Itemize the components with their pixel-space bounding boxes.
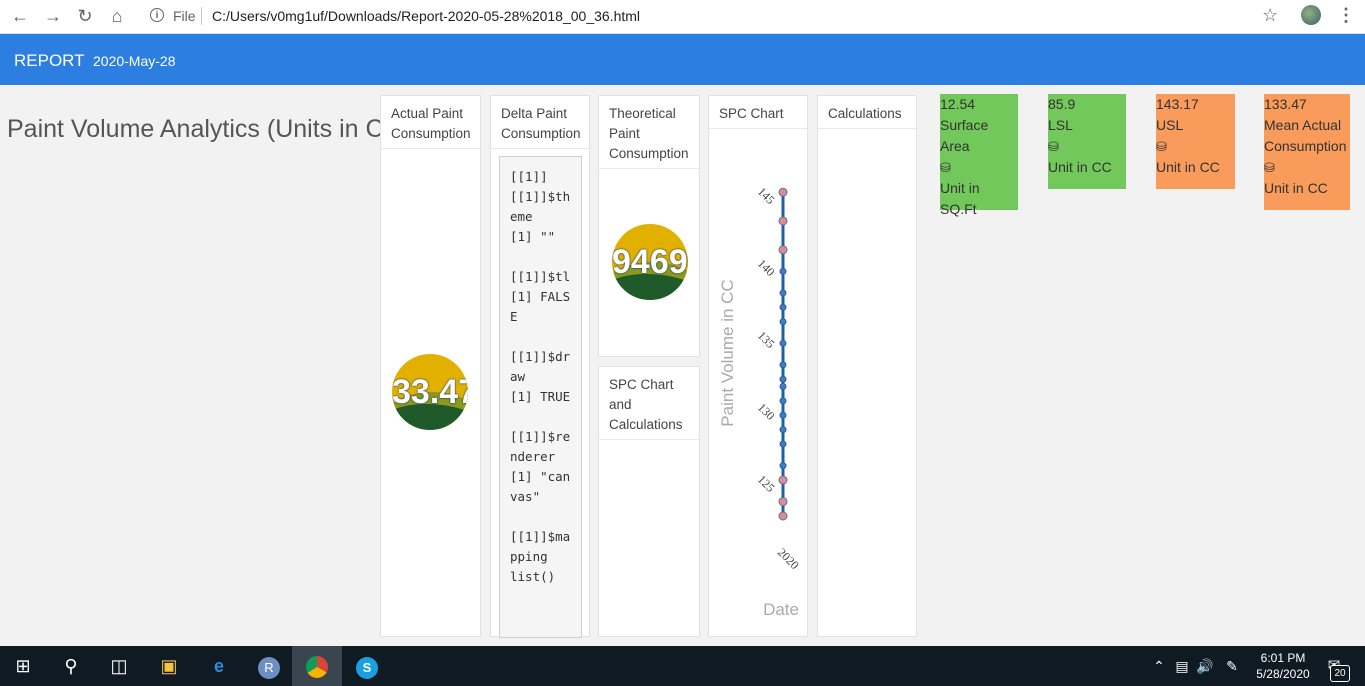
card-title: Actual Paint Consumption	[381, 96, 480, 149]
page-title: Paint Volume Analytics (Units in CC)	[7, 115, 410, 143]
valuebox-label: Mean Actual Consumption	[1264, 117, 1347, 154]
valuebox-unit: Unit in SQ.Ft	[940, 180, 980, 217]
file-explorer-icon[interactable]: ▣	[155, 652, 183, 680]
data-point	[779, 382, 787, 390]
task-view-icon[interactable]: ◫	[105, 652, 133, 680]
tray-time: 6:01 PM	[1260, 651, 1306, 665]
data-point	[779, 411, 787, 419]
valuebox-label: LSL	[1048, 117, 1073, 133]
valuebox-value: 12.54	[940, 96, 976, 112]
spc-chart[interactable]: Paint Volume in CC Date 145 140 135 130 125 202…	[709, 128, 809, 638]
data-point	[779, 267, 787, 275]
card-theoretical-paint: Theoretical Paint Consumption 94690	[598, 95, 700, 357]
actual-gauge: 33.47	[392, 354, 468, 430]
y-tick-label: 140	[755, 256, 778, 279]
out-of-control-point	[778, 497, 788, 507]
card-title: Calculations	[818, 96, 916, 129]
tray-date: 5/28/2020	[1256, 667, 1310, 681]
database-icon: ⛁	[1048, 139, 1059, 154]
data-point	[779, 375, 787, 383]
valuebox-mean-actual: 133.47 Mean Actual Consumption ⛁ Unit in…	[1264, 94, 1350, 210]
valuebox-lsl: 85.9 LSL ⛁ Unit in CC	[1048, 94, 1126, 189]
y-axis-label: Paint Volume in CC	[718, 279, 737, 426]
data-point	[779, 426, 787, 434]
data-point	[779, 440, 787, 448]
chrome-icon[interactable]	[292, 646, 342, 686]
reload-icon[interactable]: ↻	[75, 6, 95, 26]
profile-avatar[interactable]	[1301, 5, 1321, 25]
valuebox-usl: 143.17 USL ⛁ Unit in CC	[1156, 94, 1235, 189]
back-icon[interactable]: ←	[10, 6, 30, 26]
pen-icon[interactable]: ✎	[1218, 652, 1246, 680]
notification-count: 20	[1330, 665, 1350, 682]
data-point	[779, 289, 787, 297]
card-spc-calculations: SPC Chart and Calculations	[598, 366, 700, 637]
database-icon: ⛁	[1156, 139, 1167, 154]
forward-icon[interactable]: →	[43, 6, 63, 26]
report-date: 2020-May-28	[93, 53, 176, 69]
volume-icon[interactable]: 🔊	[1191, 652, 1219, 680]
code-output: [[1]] [[1]]$theme [1] "" [[1]]$tl [1] FA…	[499, 156, 582, 638]
bookmark-star-icon[interactable]: ☆	[1262, 5, 1278, 26]
y-tick-label: 130	[755, 400, 778, 423]
card-calculations: Calculations	[817, 95, 917, 637]
card-title: Theoretical Paint Consumption	[599, 96, 699, 169]
y-tick-label: 145	[755, 184, 778, 207]
valuebox-unit: Unit in CC	[1264, 180, 1328, 196]
valuebox-label: USL	[1156, 117, 1184, 133]
info-icon[interactable]: i	[150, 8, 164, 22]
x-tick-label: 2020	[775, 545, 802, 572]
valuebox-value: 85.9	[1048, 96, 1076, 112]
card-actual-paint: Actual Paint Consumption 33.47	[380, 95, 481, 637]
url-text[interactable]: C:/Users/v0mg1uf/Downloads/Report-2020-0…	[212, 8, 640, 24]
valuebox-unit: Unit in CC	[1048, 159, 1112, 175]
y-tick-label: 135	[755, 328, 778, 351]
valuebox-surface-area: 12.54 Surface Area ⛁ Unit in SQ.Ft	[940, 94, 1018, 217]
valuebox-label: Surface Area	[940, 117, 989, 154]
address-separator	[201, 7, 202, 25]
app-header	[0, 34, 1365, 85]
card-title: SPC Chart	[709, 96, 807, 129]
data-point	[779, 462, 787, 470]
search-icon[interactable]: ⚲	[57, 652, 85, 680]
r-app-icon[interactable]: R	[255, 652, 283, 680]
file-label: File	[173, 8, 196, 24]
windows-start-icon[interactable]: ⊞	[9, 652, 37, 680]
x-axis-label: Date	[763, 600, 799, 619]
actual-gauge-value: 33.47	[392, 373, 468, 411]
y-tick-label: 125	[755, 472, 778, 495]
theoretical-gauge: 94690	[612, 224, 688, 300]
card-spc-chart: SPC Chart Paint Volume in CC Date 145 140 13…	[708, 95, 808, 637]
database-icon: ⛁	[940, 160, 951, 175]
card-title: SPC Chart and Calculations	[599, 367, 699, 440]
data-point	[779, 339, 787, 347]
data-point	[779, 361, 787, 369]
out-of-control-point	[778, 187, 788, 197]
report-brand[interactable]: REPORT	[14, 51, 85, 71]
out-of-control-point	[778, 511, 788, 521]
home-icon[interactable]: ⌂	[107, 6, 127, 26]
internet-explorer-icon[interactable]: e	[205, 652, 233, 680]
out-of-control-point	[778, 245, 788, 255]
card-delta-paint: Delta Paint Consumption [[1]] [[1]]$them…	[490, 95, 590, 638]
out-of-control-point	[778, 216, 788, 226]
card-title: Delta Paint Consumption	[491, 96, 589, 149]
database-icon: ⛁	[1264, 160, 1275, 175]
skype-icon[interactable]: S	[353, 652, 381, 680]
data-point	[779, 318, 787, 326]
browser-menu-icon[interactable]: ⋮	[1337, 5, 1355, 26]
data-point	[779, 303, 787, 311]
tray-clock[interactable]: 6:01 PM 5/28/2020	[1255, 650, 1311, 682]
valuebox-unit: Unit in CC	[1156, 159, 1220, 175]
valuebox-value: 143.17	[1156, 96, 1199, 112]
out-of-control-point	[778, 475, 788, 485]
data-point	[779, 397, 787, 405]
theoretical-gauge-value: 94690	[612, 243, 688, 281]
valuebox-value: 133.47	[1264, 96, 1307, 112]
